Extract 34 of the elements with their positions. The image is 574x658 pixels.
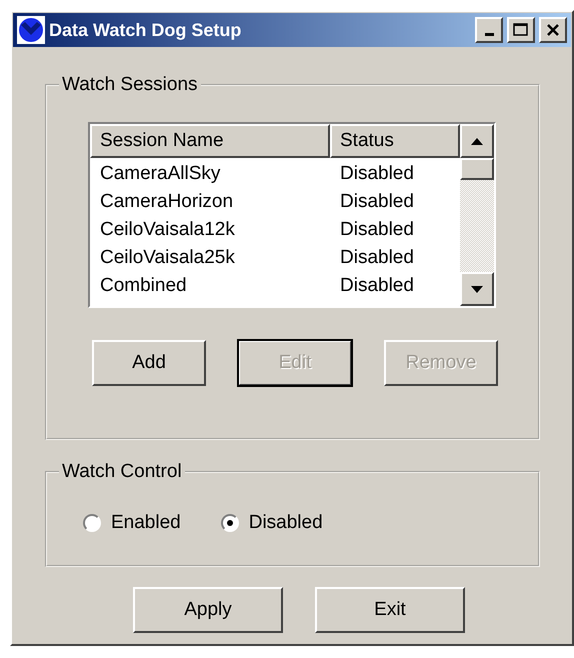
scroll-thumb[interactable] — [460, 158, 494, 180]
minimize-icon — [484, 33, 494, 36]
table-cell-text: Combined — [99, 274, 188, 298]
minimize-button[interactable] — [475, 17, 503, 43]
table-cell-text: Disabled — [339, 162, 414, 186]
action-button[interactable]: Add — [92, 340, 206, 386]
down-arrow-icon — [471, 286, 483, 292]
column-header[interactable]: Session Name — [90, 124, 330, 158]
column-header[interactable]: Status — [330, 124, 460, 158]
scroll-up-button[interactable] — [460, 124, 494, 158]
radio-option[interactable]: Enabled — [83, 509, 181, 538]
dialog-button[interactable]: Exit — [315, 587, 465, 633]
table-cell-text: CeiloVaisala25k — [99, 246, 236, 270]
shield-icon — [17, 16, 45, 44]
radio-button[interactable] — [83, 514, 101, 532]
table-cell-text: Disabled — [339, 274, 414, 298]
table-cell-text: CeiloVaisala12k — [99, 218, 236, 242]
session-list[interactable]: Session Name Status CameraAllSky Disabled CameraHorizon Disabled CeiloVaisala12k Disabled CeiloVaisala25k Disabled Combined Disabled — [88, 122, 496, 308]
table-cell-text: Disabled — [339, 190, 414, 214]
table-cell-text: CameraHorizon — [99, 190, 234, 214]
scroll-down-button[interactable] — [460, 272, 494, 306]
dialog-button[interactable]: Apply — [133, 587, 283, 633]
table-cell-text: Disabled — [339, 246, 414, 270]
close-button[interactable] — [539, 17, 567, 43]
radio-option[interactable]: Disabled — [220, 509, 323, 538]
maximize-button[interactable] — [507, 17, 535, 43]
window-title: Data Watch Dog Setup — [49, 18, 242, 42]
maximize-icon — [513, 23, 529, 37]
close-icon — [546, 23, 560, 37]
radio-button[interactable] — [220, 514, 239, 532]
scrollbar[interactable] — [460, 124, 494, 306]
up-arrow-icon — [471, 138, 483, 144]
table-cell-text: Disabled — [339, 218, 414, 242]
table-cell-text: CameraAllSky — [99, 162, 222, 186]
